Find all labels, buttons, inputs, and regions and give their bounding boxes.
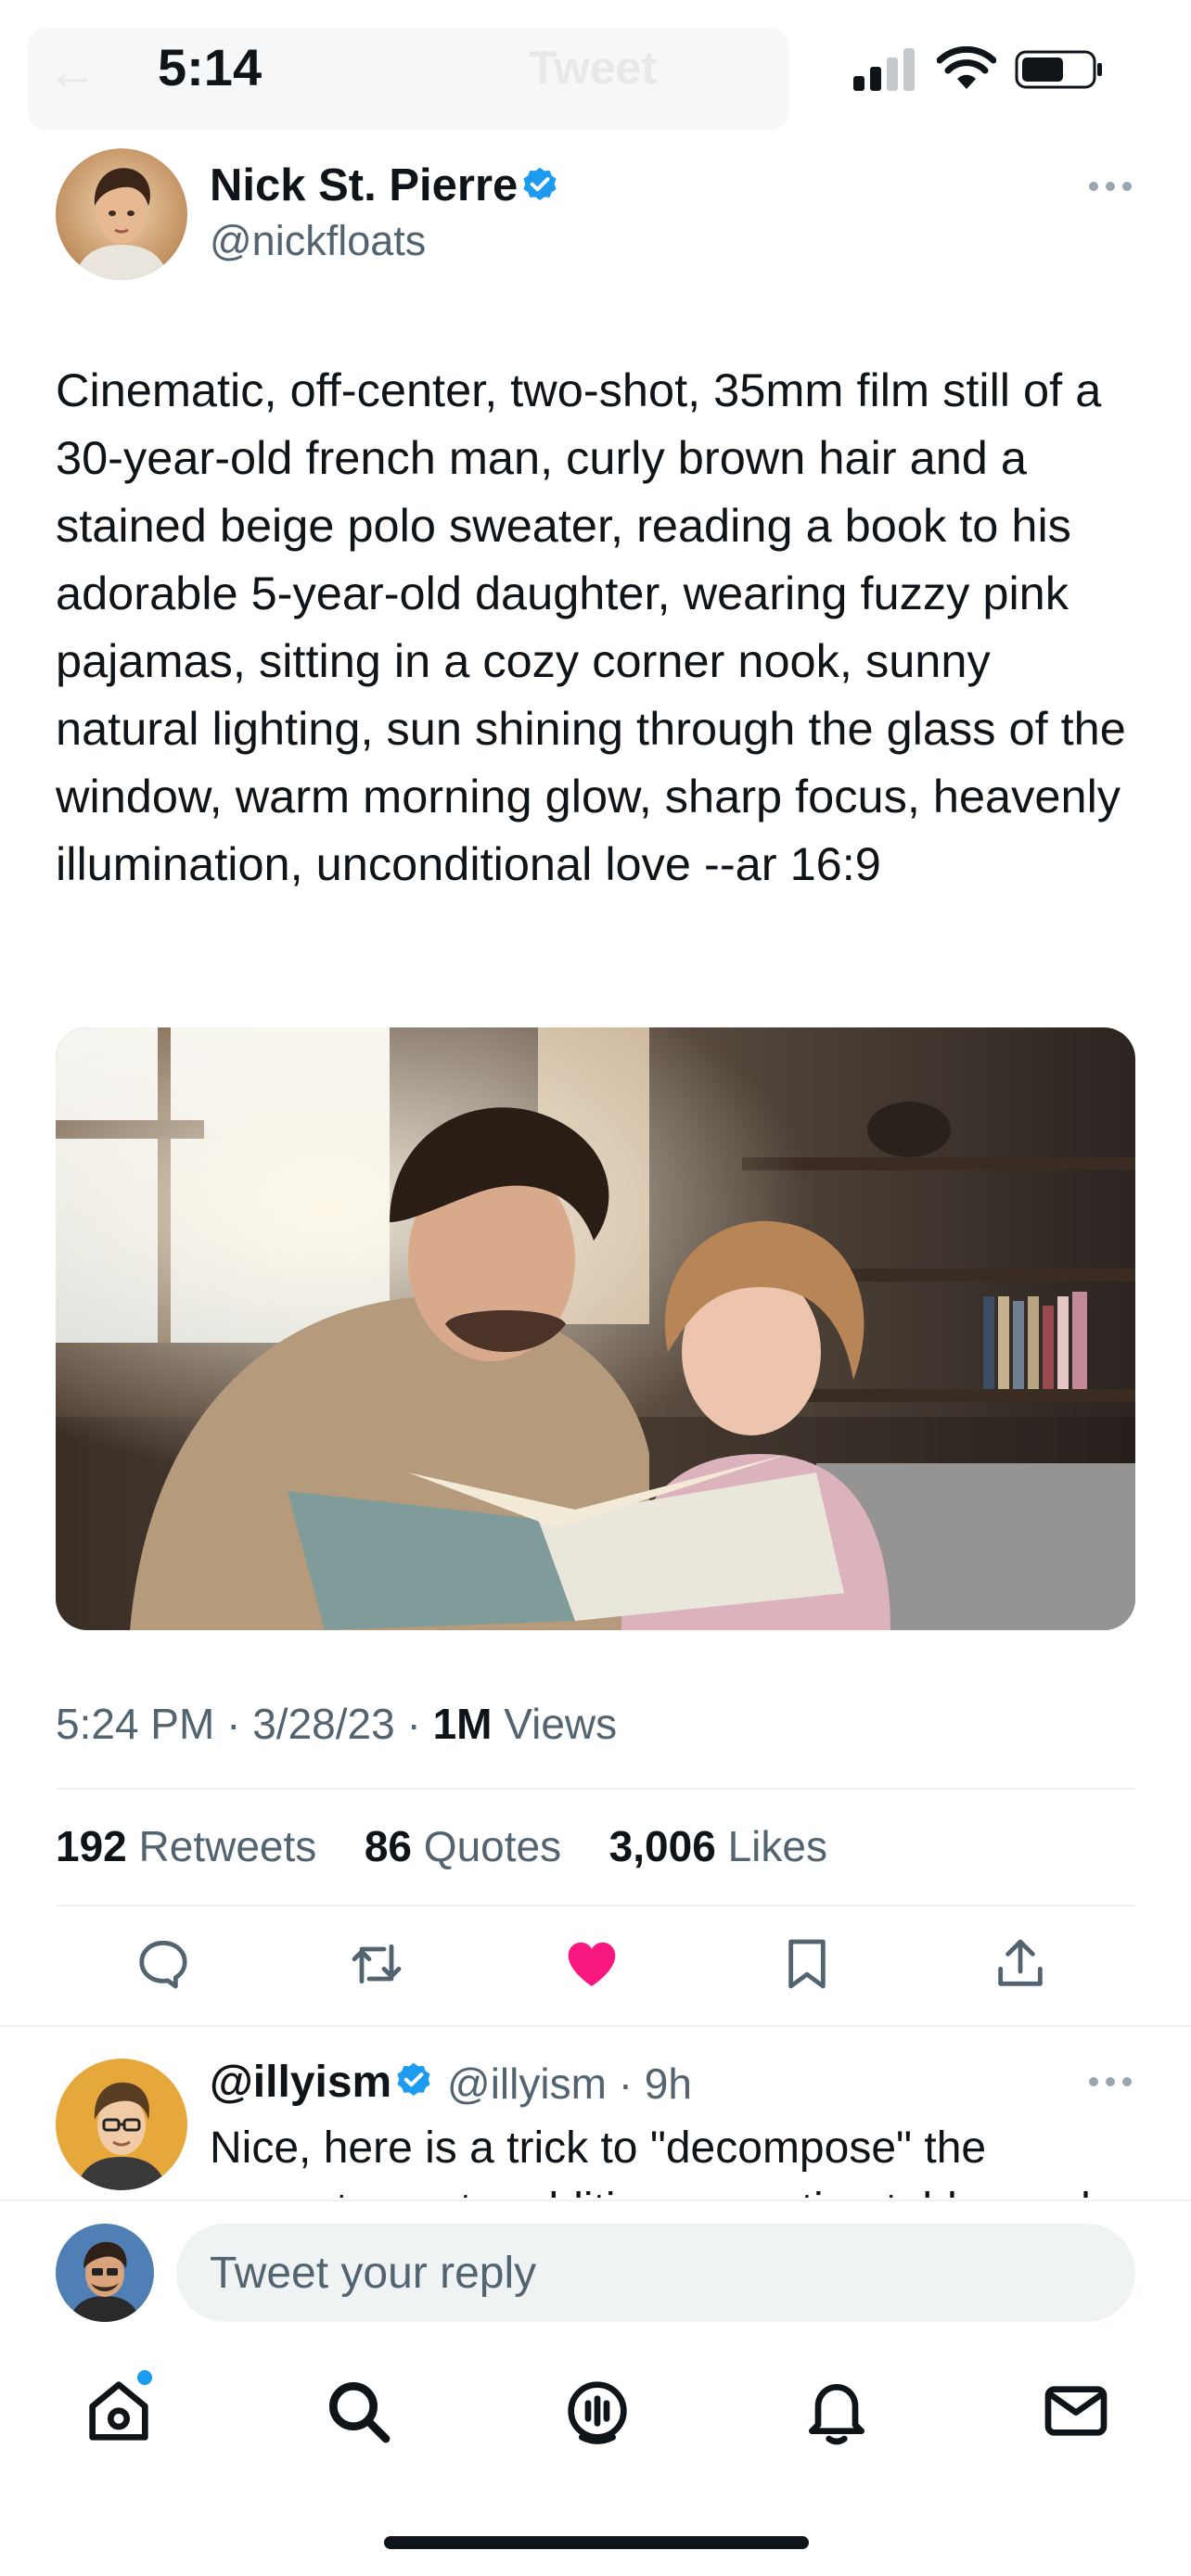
- quotes-count[interactable]: 86: [365, 1822, 412, 1870]
- nav-bar-ghost: [28, 28, 788, 130]
- photo-father-reading-to-daughter: [56, 1027, 1135, 1630]
- reply-age: 9h: [644, 2060, 692, 2108]
- search-icon[interactable]: [321, 2374, 395, 2448]
- avatar-portrait-image: [56, 2224, 154, 2322]
- tweet-stats: 192 Retweets 86 Quotes 3,006 Likes: [56, 1821, 827, 1871]
- reply-more-options-icon[interactable]: [1089, 2077, 1132, 2088]
- verified-badge-icon: [397, 2062, 430, 2096]
- quotes-label[interactable]: Quotes: [424, 1822, 561, 1870]
- reply-input[interactable]: [176, 2224, 1135, 2322]
- divider: [56, 1905, 1135, 1906]
- tweet-date: 3/28/23: [252, 1700, 395, 1748]
- verified-badge-icon: [523, 167, 557, 200]
- views-label[interactable]: Views: [504, 1700, 617, 1748]
- meta-separator: ·: [406, 1700, 421, 1748]
- author-name[interactable]: Nick St. Pierre: [210, 159, 518, 211]
- status-time: 5:14: [158, 38, 263, 96]
- retweets-label[interactable]: Retweets: [139, 1822, 317, 1870]
- nav-title: Tweet: [529, 42, 657, 94]
- messages-icon[interactable]: [1039, 2374, 1113, 2448]
- spaces-icon[interactable]: [560, 2374, 634, 2448]
- cellular-signal-icon: [853, 46, 918, 91]
- likes-label[interactable]: Likes: [728, 1822, 827, 1870]
- tweet-text: Cinematic, off-center, two-shot, 35mm fi…: [56, 363, 1126, 890]
- retweet-icon[interactable]: [347, 1934, 406, 1994]
- reply-text[interactable]: Nice, here is a trick to "decompose" the…: [210, 2118, 1137, 2198]
- home-indicator: [384, 2536, 809, 2549]
- reply-author-name[interactable]: @illyism: [210, 2057, 391, 2108]
- divider: [56, 1788, 1135, 1790]
- notifications-icon[interactable]: [800, 2374, 874, 2448]
- status-bar: ← Tweet 5:14: [0, 0, 1191, 139]
- more-options-icon[interactable]: [1089, 182, 1132, 193]
- back-arrow-icon[interactable]: ←: [46, 41, 98, 101]
- tweet-time: 5:24 PM: [56, 1700, 215, 1748]
- retweets-count[interactable]: 192: [56, 1822, 127, 1870]
- meta-separator: ·: [226, 1700, 241, 1748]
- wifi-icon: [937, 46, 996, 89]
- likes-count[interactable]: 3,006: [609, 1822, 716, 1870]
- reply-author-avatar[interactable]: [56, 2059, 187, 2190]
- home-icon[interactable]: [82, 2374, 156, 2448]
- meta-separator: ·: [618, 2060, 634, 2108]
- tweet-meta: 5:24 PM · 3/28/23 · 1M Views: [56, 1699, 617, 1749]
- divider: [0, 2025, 1191, 2027]
- bookmark-icon[interactable]: [777, 1934, 837, 1994]
- author-avatar[interactable]: [56, 148, 187, 280]
- like-icon[interactable]: [562, 1934, 621, 1994]
- avatar-portrait-image: [56, 2059, 187, 2190]
- views-count[interactable]: 1M: [433, 1700, 493, 1748]
- tweet-media-image[interactable]: [56, 1027, 1135, 1630]
- home-notification-badge: [137, 2370, 152, 2385]
- avatar-portrait-image: [56, 148, 187, 280]
- author-handle[interactable]: @nickfloats: [210, 217, 426, 265]
- reply-author-handle[interactable]: @illyism: [447, 2060, 607, 2108]
- current-user-avatar[interactable]: [56, 2224, 154, 2322]
- reply-meta: @illyism · 9h: [447, 2059, 692, 2109]
- battery-icon: [1015, 50, 1102, 89]
- reply-icon[interactable]: [134, 1934, 193, 1994]
- share-icon[interactable]: [991, 1934, 1050, 1994]
